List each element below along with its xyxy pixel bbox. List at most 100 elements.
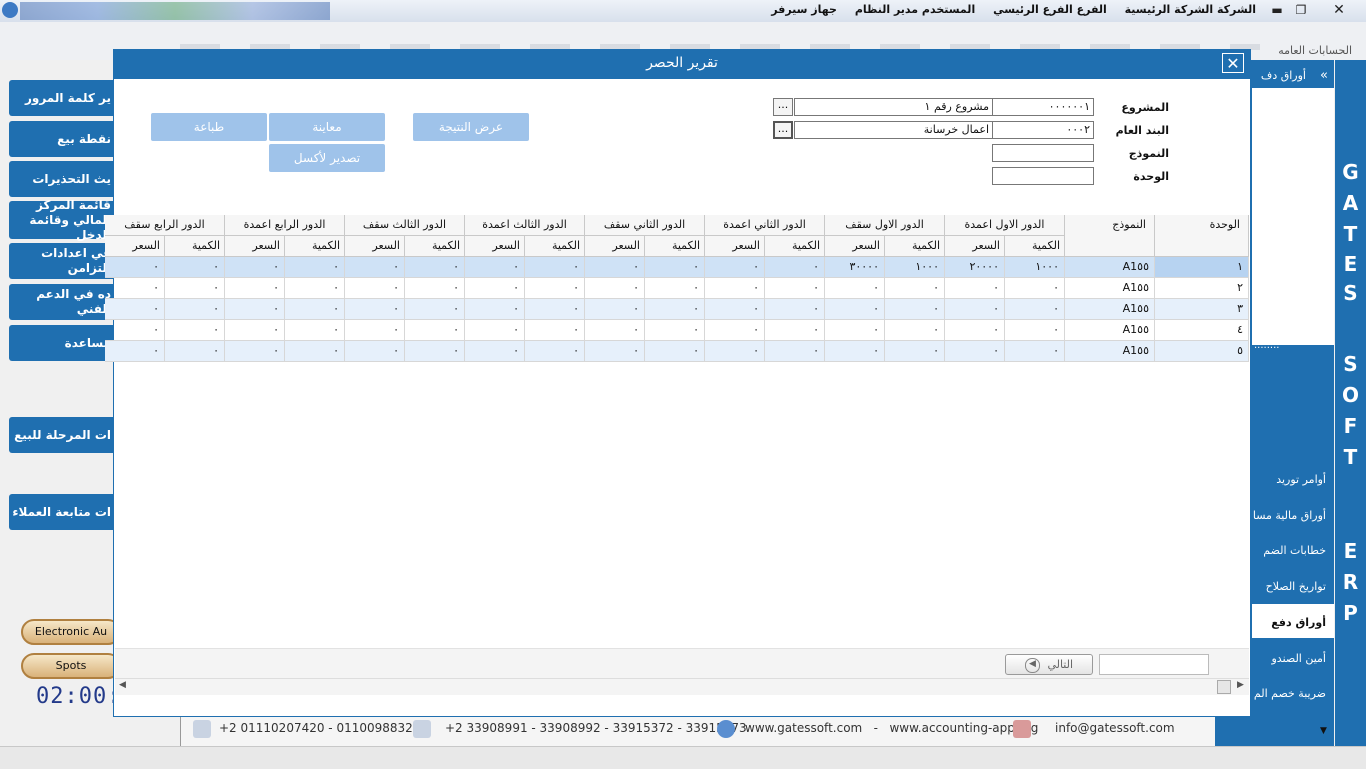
price-cell[interactable]: ٠ xyxy=(825,278,885,299)
unit-cell[interactable]: ٤ xyxy=(1155,320,1249,341)
qty-cell[interactable]: ١٠٠٠ xyxy=(1005,257,1065,278)
price-cell[interactable]: ٠ xyxy=(705,341,765,362)
model-cell[interactable]: A1٥٥ xyxy=(1065,278,1155,299)
price-cell[interactable]: ٠ xyxy=(465,278,525,299)
unit-cell[interactable]: ٥ xyxy=(1155,341,1249,362)
qty-cell[interactable]: ٠ xyxy=(525,257,585,278)
project-browse-button[interactable]: ... xyxy=(773,98,793,116)
price-cell[interactable]: ٣٠٠٠٠ xyxy=(825,257,885,278)
right-item-supply-orders[interactable]: أوامر توريد xyxy=(1276,473,1326,486)
price-cell[interactable]: ٠ xyxy=(945,341,1005,362)
print-button[interactable]: طباعة xyxy=(151,113,267,141)
qty-cell[interactable]: ٠ xyxy=(1005,341,1065,362)
horizontal-scrollbar[interactable]: ◀ ▶ xyxy=(115,678,1249,695)
export-excel-button[interactable]: تصدير لأكسل xyxy=(269,144,385,172)
scroll-left-icon[interactable]: ◀ xyxy=(119,680,126,690)
qty-cell[interactable]: ٠ xyxy=(885,320,945,341)
table-row[interactable]: ٢ A1٥٥ ٠ ٠ ٠ ٠ ٠ ٠ ٠ ٠ ٠ ٠ ٠ ٠ ٠ ٠ ٠ ٠ xyxy=(105,278,1249,299)
qty-cell[interactable]: ٠ xyxy=(165,278,225,299)
price-cell[interactable]: ٠ xyxy=(825,299,885,320)
price-cell[interactable]: ٠ xyxy=(945,320,1005,341)
qty-cell[interactable]: ٠ xyxy=(1005,299,1065,320)
qty-cell[interactable]: ٠ xyxy=(885,341,945,362)
left-button-financial-statements[interactable]: قائمة المركز المالي وقائمة الدخل xyxy=(9,198,119,242)
price-cell[interactable]: ٠ xyxy=(585,299,645,320)
qty-cell[interactable]: ٠ xyxy=(285,341,345,362)
price-cell[interactable]: ٠ xyxy=(825,341,885,362)
price-cell[interactable]: ٠ xyxy=(105,257,165,278)
qty-cell[interactable]: ٠ xyxy=(285,299,345,320)
scroll-thumb[interactable] xyxy=(1217,680,1231,694)
qty-cell[interactable]: ٠ xyxy=(645,299,705,320)
model-cell[interactable]: A1٥٥ xyxy=(1065,320,1155,341)
group-header[interactable]: الدور الاول سقف xyxy=(825,215,945,236)
table-row[interactable]: ١ A1٥٥ ١٠٠٠ ٢٠٠٠٠ ١٠٠٠ ٣٠٠٠٠ ٠ ٠ ٠ ٠ ٠ ٠ ٠ ٠ ٠ ٠ ٠ ٠ xyxy=(105,257,1249,278)
unit-cell[interactable]: ٣ xyxy=(1155,299,1249,320)
price-cell[interactable]: ٠ xyxy=(345,320,405,341)
qty-cell[interactable]: ٠ xyxy=(285,320,345,341)
right-item-payment-papers[interactable]: أوراق دفع xyxy=(1271,616,1326,629)
qty-cell[interactable]: ٠ xyxy=(765,341,825,362)
price-cell[interactable]: ٠ xyxy=(345,257,405,278)
price-column-header[interactable]: السعر xyxy=(105,236,165,257)
left-button-help[interactable]: مساعدة xyxy=(9,325,119,361)
model-field[interactable] xyxy=(992,144,1094,162)
spots-button[interactable]: Spots xyxy=(21,653,121,679)
price-column-header[interactable]: السعر xyxy=(825,236,885,257)
price-cell[interactable]: ٠ xyxy=(945,299,1005,320)
price-cell[interactable]: ٠ xyxy=(345,278,405,299)
item-name-field[interactable]: اعمال خرسانة xyxy=(794,121,993,139)
price-cell[interactable]: ٠ xyxy=(585,320,645,341)
menu-general-accounts[interactable]: الحسابات العامه xyxy=(1278,44,1352,57)
right-item-financial-papers[interactable]: أوراق مالية مسا xyxy=(1253,509,1326,522)
qty-cell[interactable]: ٠ xyxy=(525,341,585,362)
price-cell[interactable]: ٠ xyxy=(465,299,525,320)
price-cell[interactable]: ٠ xyxy=(225,278,285,299)
qty-cell[interactable]: ٠ xyxy=(405,299,465,320)
unit-cell[interactable]: ٢ xyxy=(1155,278,1249,299)
price-cell[interactable]: ٠ xyxy=(225,341,285,362)
group-header[interactable]: الدور الثالث اعمدة xyxy=(465,215,585,236)
qty-column-header[interactable]: الكمية xyxy=(1005,236,1065,257)
price-cell[interactable]: ٠ xyxy=(465,257,525,278)
group-header[interactable]: الدور الاول اعمدة xyxy=(945,215,1065,236)
model-cell[interactable]: A1٥٥ xyxy=(1065,257,1155,278)
item-code-field[interactable]: ٠٠٠٢ xyxy=(992,121,1094,139)
price-cell[interactable]: ٠ xyxy=(105,341,165,362)
table-row[interactable]: ٥ A1٥٥ ٠ ٠ ٠ ٠ ٠ ٠ ٠ ٠ ٠ ٠ ٠ ٠ ٠ ٠ ٠ ٠ xyxy=(105,341,1249,362)
left-button-password[interactable]: ير كلمة المرور xyxy=(9,80,119,116)
scroll-right-icon[interactable]: ▶ xyxy=(1237,680,1244,690)
right-item-tax[interactable]: ضريبة خصم الم xyxy=(1254,687,1326,700)
qty-cell[interactable]: ٠ xyxy=(405,278,465,299)
price-cell[interactable]: ٠ xyxy=(585,278,645,299)
qty-cell[interactable]: ٠ xyxy=(765,278,825,299)
price-cell[interactable]: ٢٠٠٠٠ xyxy=(945,257,1005,278)
group-header[interactable]: الدور الرابع سقف xyxy=(105,215,225,236)
qty-cell[interactable]: ٠ xyxy=(285,278,345,299)
qty-cell[interactable]: ١٠٠٠ xyxy=(885,257,945,278)
item-browse-button[interactable]: ... xyxy=(773,121,793,139)
left-button-sales-stages[interactable]: ات المرحلة للبيع xyxy=(9,417,119,453)
preview-button[interactable]: معاينة xyxy=(269,113,385,141)
qty-cell[interactable]: ٠ xyxy=(525,320,585,341)
qty-cell[interactable]: ٠ xyxy=(405,341,465,362)
next-button[interactable]: التالي ◀ xyxy=(1005,654,1093,675)
price-cell[interactable]: ٠ xyxy=(225,320,285,341)
price-cell[interactable]: ٠ xyxy=(345,299,405,320)
electronic-button[interactable]: Electronic Au xyxy=(21,619,121,645)
table-row[interactable]: ٣ A1٥٥ ٠ ٠ ٠ ٠ ٠ ٠ ٠ ٠ ٠ ٠ ٠ ٠ ٠ ٠ ٠ ٠ xyxy=(105,299,1249,320)
qty-cell[interactable]: ٠ xyxy=(885,278,945,299)
group-header[interactable]: الدور الثاني اعمدة xyxy=(705,215,825,236)
qty-cell[interactable]: ٠ xyxy=(405,320,465,341)
unit-cell[interactable]: ١ xyxy=(1155,257,1249,278)
qty-cell[interactable]: ٠ xyxy=(645,320,705,341)
qty-cell[interactable]: ٠ xyxy=(1005,320,1065,341)
left-button-pos[interactable]: نقطة بيع xyxy=(9,121,119,157)
left-button-customer-followup[interactable]: ات متابعة العملاء xyxy=(9,494,119,530)
qty-column-header[interactable]: الكمية xyxy=(285,236,345,257)
price-cell[interactable]: ٠ xyxy=(705,299,765,320)
right-item-cashier[interactable]: أمين الصندو xyxy=(1272,652,1327,665)
price-cell[interactable]: ٠ xyxy=(705,320,765,341)
dialog-close-button[interactable]: ✕ xyxy=(1222,53,1244,73)
qty-cell[interactable]: ٠ xyxy=(645,341,705,362)
